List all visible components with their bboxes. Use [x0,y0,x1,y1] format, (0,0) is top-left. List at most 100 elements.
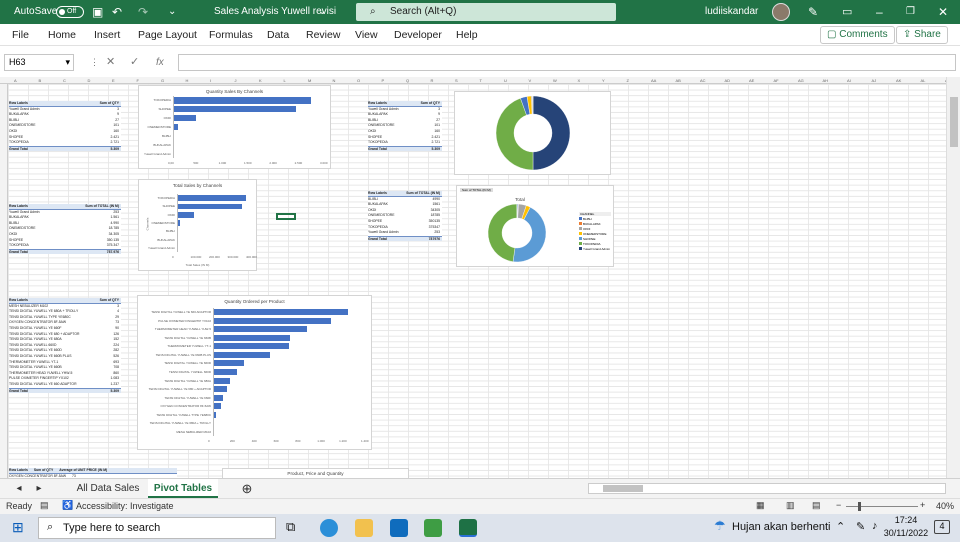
page-break-view-icon[interactable]: ▤ [812,500,821,511]
name-box[interactable]: H63 ▾ [4,54,74,71]
pen-icon[interactable]: ✎ [808,0,818,24]
zoom-in-icon[interactable]: + [920,500,925,510]
search-box[interactable]: ⌕ Search (Alt+Q) [356,3,616,21]
pivot-grand-total[interactable]: Grand Total 787.976 [9,248,121,255]
bar[interactable] [213,403,221,410]
restore-icon[interactable]: ❐ [906,0,915,24]
chart-qty-by-channels[interactable]: Quantity Sales By Channels TOKOPEDIA SHOP… [138,85,331,169]
bar[interactable] [173,97,311,104]
column-header[interactable]: V [529,77,532,84]
column-header[interactable]: E [112,77,115,84]
clock-time[interactable]: 17:24 [886,515,926,525]
chart-total-donut[interactable]: Sum of TOTAL (IN M) Total CHANNEL BLIBLI B… [456,185,614,267]
column-header[interactable]: AB [676,77,681,84]
column-header[interactable]: F [137,77,139,84]
filter-button[interactable]: Sum of TOTAL (IN M) [460,188,493,192]
zoom-out-icon[interactable]: − [836,500,841,510]
comments-button[interactable]: ▢ Comments [820,26,895,44]
minimize-icon[interactable]: – [876,0,883,24]
excel-taskbar-icon[interactable] [459,519,477,537]
column-header[interactable]: AD [725,77,731,84]
pivot-table[interactable]: Row Labels Sum of TOTAL (IN M) Yuwell Gran… [9,204,121,255]
column-header[interactable]: X [578,77,581,84]
bar[interactable] [213,343,289,350]
bar[interactable] [213,309,349,316]
macro-icon[interactable]: ▤ [40,500,49,511]
bar[interactable] [213,360,244,367]
column-header[interactable]: AJ [872,77,877,84]
next-sheet-icon[interactable]: ▸ [32,479,46,498]
bar[interactable] [177,203,242,210]
column-header[interactable]: Q [406,77,409,84]
tab-help[interactable]: Help [456,24,478,46]
tab-data[interactable]: Data [267,24,289,46]
share-button[interactable]: ⇪ Share [896,26,948,44]
sheet-tab-all-data-sales[interactable]: All Data Sales [70,479,146,498]
app-icon[interactable] [424,519,442,537]
column-header[interactable]: K [259,77,262,84]
bar[interactable] [173,115,197,122]
normal-view-icon[interactable]: ▦ [756,500,765,511]
bar[interactable] [213,394,223,401]
bar[interactable] [213,377,230,384]
tray-chevron-icon[interactable]: ⌃ [836,520,845,533]
bar[interactable] [177,211,195,218]
formula-input[interactable] [178,54,956,71]
page-layout-view-icon[interactable]: ▥ [786,500,795,511]
donut-slice[interactable] [487,203,518,262]
tab-home[interactable]: Home [48,24,76,46]
column-header[interactable]: D [88,77,91,84]
pivot-grand-total[interactable]: Grand Total 5.309 [9,387,121,394]
column-header[interactable]: B [39,77,42,84]
legend-header[interactable]: CHANNEL [579,212,611,216]
customize-qat-icon[interactable]: ⌄ [168,0,176,24]
column-header[interactable]: AG [798,77,804,84]
pivot-grand-total[interactable]: Grand Total 5.309 [9,145,121,152]
mail-icon[interactable] [390,519,408,537]
column-header[interactable]: I [210,77,211,84]
column-header[interactable]: W [553,77,557,84]
enter-icon[interactable]: ✓ [130,54,139,71]
tab-review[interactable]: Review [306,24,340,46]
column-header[interactable]: AF [774,77,779,84]
column-header[interactable]: O [357,77,360,84]
column-header[interactable]: AL [921,77,926,84]
chart-product-price-qty[interactable]: Product, Price and Quantity [222,468,409,478]
tab-file[interactable]: File [12,24,29,46]
clock-date[interactable]: 30/11/2022 [880,528,932,538]
title-dropdown-icon[interactable]: ⌄ [318,0,326,24]
column-header[interactable]: U [504,77,507,84]
zoom-level[interactable]: 40% [936,501,954,511]
vertical-scrollbar[interactable] [946,77,960,478]
bar[interactable] [213,351,271,358]
close-icon[interactable]: ✕ [938,0,948,24]
edge-icon[interactable] [320,519,338,537]
bar[interactable] [213,386,227,393]
bar[interactable] [177,195,247,202]
bar[interactable] [213,317,332,324]
undo-icon[interactable]: ↶ [112,0,122,24]
cancel-icon[interactable]: ✕ [106,54,115,71]
scroll-thumb[interactable] [950,97,958,147]
column-header[interactable]: AH [823,77,829,84]
tab-page-layout[interactable]: Page Layout [138,24,197,46]
hscroll-thumb[interactable] [603,485,643,492]
column-header[interactable]: Z [627,77,629,84]
column-header[interactable]: J [235,77,237,84]
column-header[interactable]: L [284,77,286,84]
tab-view[interactable]: View [355,24,378,46]
column-header[interactable]: T [480,77,482,84]
bar[interactable] [213,369,238,375]
chart-qty-per-product[interactable]: Quantity Ordered per Product TENSI DIGIT… [137,295,372,450]
pivot-table[interactable]: Row Labels Sum of QTY MESH NEBULIZER M102 3… [9,298,121,394]
bar[interactable] [213,326,307,333]
pivot-table[interactable]: Row Labels Sum of QTY Yuwell Grand Admin 3 B… [9,101,121,152]
sheet-tab-pivot-tables[interactable]: Pivot Tables [148,479,218,498]
zoom-slider-thumb[interactable] [858,502,861,511]
column-header[interactable]: AA [651,77,656,84]
weather-text[interactable]: Hujan akan berhenti [732,521,830,533]
column-header[interactable]: N [333,77,336,84]
save-icon[interactable]: ▣ [92,0,103,24]
add-sheet-icon[interactable]: ⊕ [238,479,256,498]
bar[interactable] [173,106,296,113]
